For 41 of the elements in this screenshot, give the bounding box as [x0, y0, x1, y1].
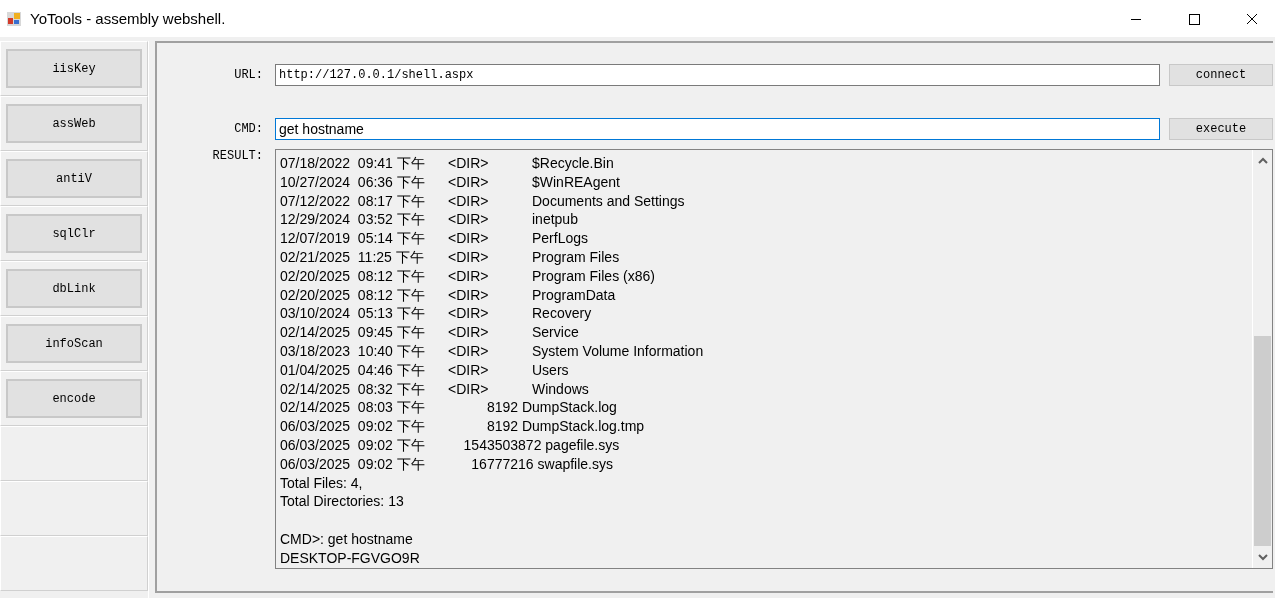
output-line: 06/03/2025 09:02 下午 16777216 swapfile.sys: [280, 454, 613, 474]
field-label: URL:: [233, 68, 264, 82]
output-line: 07/18/2022 09:41 下午 <DIR> $Recycle.Bin: [280, 154, 614, 173]
field-label: CMD:: [233, 122, 264, 136]
sidebar-button[interactable]: encode: [6, 379, 142, 418]
output-line: Total Directories: 13: [280, 492, 404, 512]
sidebar-button[interactable]: sqlClr: [6, 214, 142, 253]
output-line: 03/10/2024 05:13 下午 <DIR> Recovery: [280, 304, 592, 324]
scroll-up-icon[interactable]: [1257, 157, 1268, 165]
scroll-thumb[interactable]: [1254, 336, 1271, 546]
output-line: 10/27/2024 06:36 下午 <DIR> $WinREAgent: [280, 172, 620, 192]
output-line: 07/12/2022 08:17 下午 <DIR> Documents and Settings: [280, 191, 685, 211]
output-line: 02/14/2025 08:03 下午 8192 DumpStack.log: [280, 398, 617, 418]
output-line: 06/03/2025 09:02 下午 8192 DumpStack.log.tmp: [280, 417, 645, 436]
output-line: 01/04/2025 04:46 下午 <DIR> Users: [280, 360, 569, 380]
window-title: YoTools - assembly webshell.: [30, 10, 226, 27]
output-line: 12/29/2024 03:52 下午 <DIR> inetpub: [280, 210, 578, 230]
output-line: 12/07/2019 05:14 下午 <DIR> PerfLogs: [280, 229, 589, 248]
sidebar-button[interactable]: antiV: [6, 159, 142, 198]
field-label: RESULT:: [211, 149, 264, 163]
command-field[interactable]: get hostname: [275, 118, 1160, 140]
sidebar-button[interactable]: assWeb: [6, 104, 142, 143]
sidebar-button[interactable]: infoScan: [6, 324, 142, 363]
output-line: 02/20/2025 08:12 下午 <DIR> ProgramData: [280, 285, 616, 305]
output-line: Total Files: 4,: [280, 473, 363, 493]
output-line: 03/18/2023 10:40 下午 <DIR> System Volume Information: [280, 341, 704, 361]
output-line: DESKTOP-FGVGO9R: [280, 548, 420, 568]
connect-button[interactable]: connect: [1169, 64, 1273, 86]
output-line: 06/03/2025 09:02 下午 1543503872 pagefile.sys: [280, 435, 620, 455]
output-line: 02/14/2025 09:45 下午 <DIR> Service: [280, 323, 579, 342]
output-line: 02/14/2025 08:32 下午 <DIR> Windows: [280, 379, 589, 399]
scroll-down-icon[interactable]: [1257, 553, 1268, 561]
sidebar-button[interactable]: dbLink: [6, 269, 142, 308]
scroll-bar[interactable]: [1252, 150, 1272, 568]
url-field[interactable]: http://127.0.0.1/shell.aspx: [275, 64, 1160, 86]
output-line: 02/21/2025 11:25 下午 <DIR> Program Files: [280, 248, 620, 267]
execute-button[interactable]: execute: [1169, 118, 1273, 140]
app-icon: [6, 10, 22, 27]
sidebar-button[interactable]: iisKey: [6, 49, 142, 88]
output-line: CMD>: get hostname: [280, 529, 413, 549]
output-line: 02/20/2025 08:12 下午 <DIR> Program Files (x86): [280, 266, 655, 286]
